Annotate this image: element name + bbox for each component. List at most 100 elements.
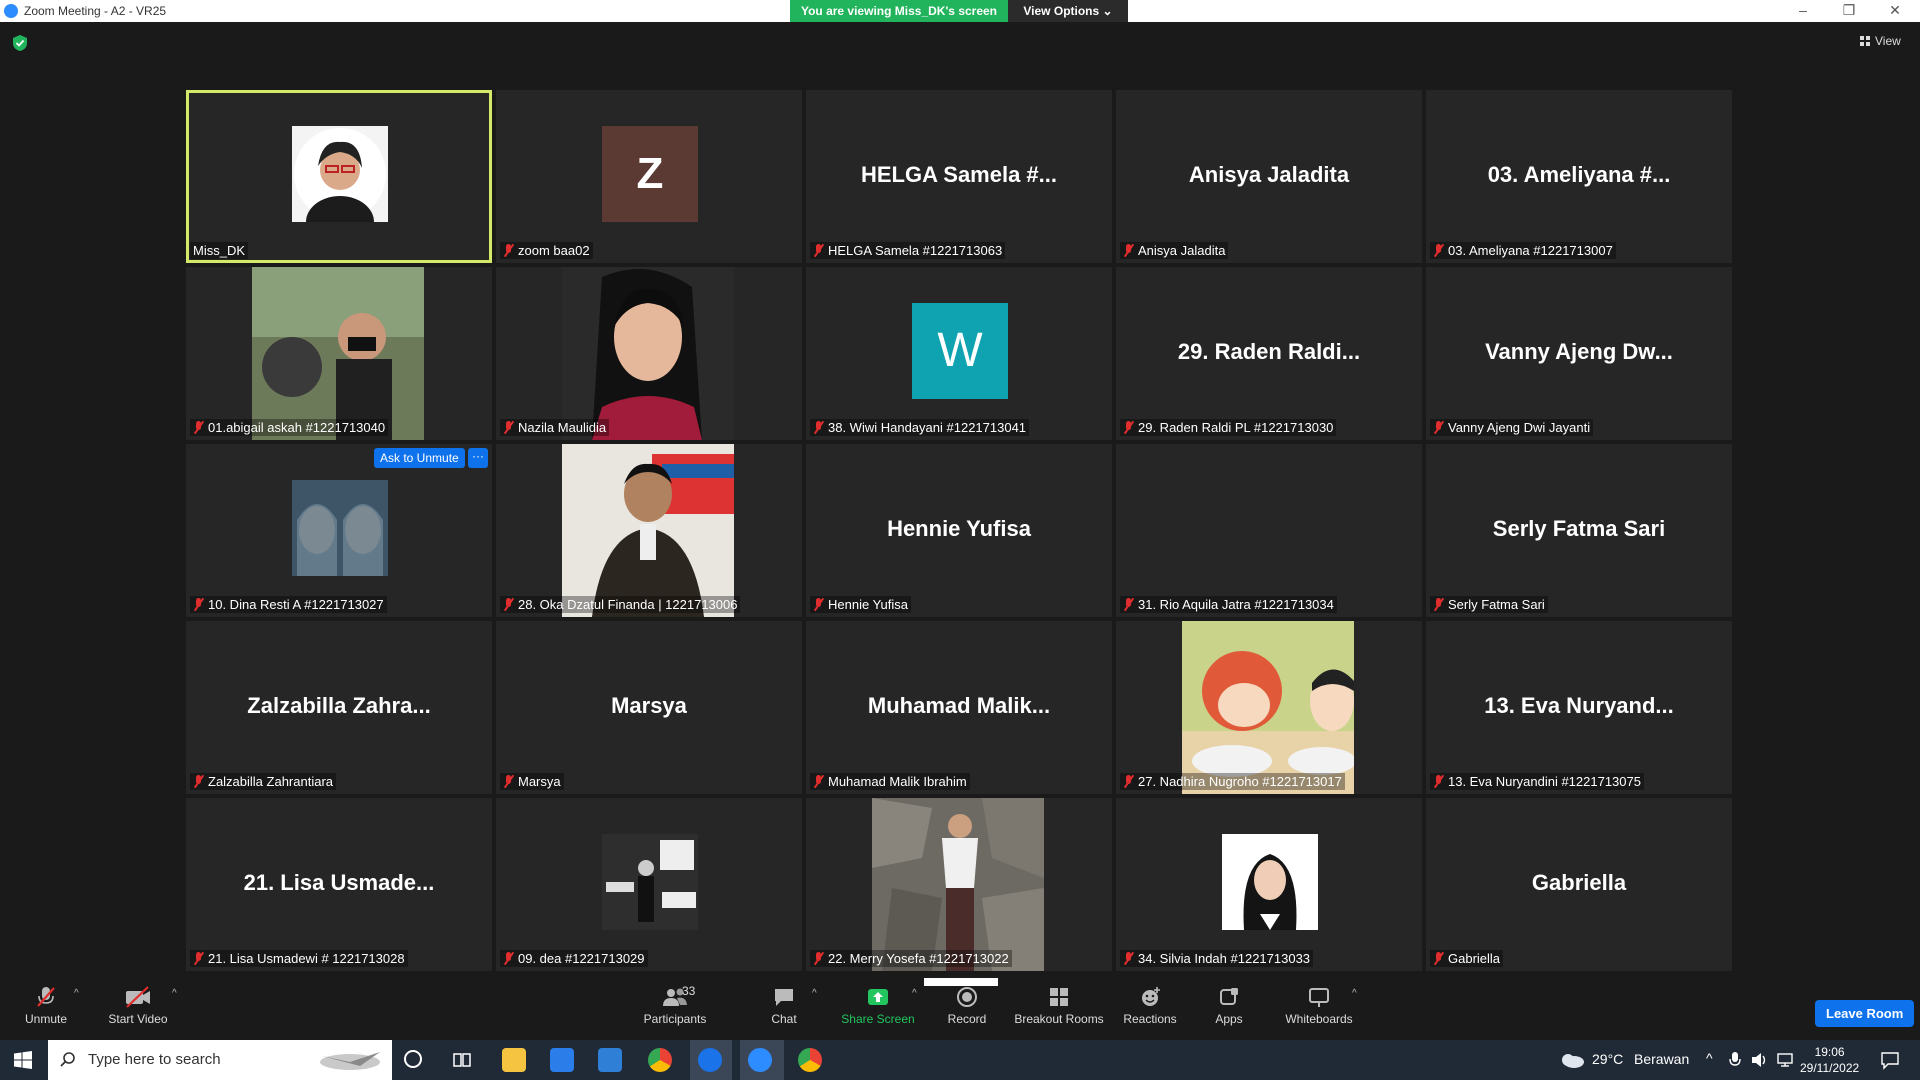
participant-tile[interactable]: Marsya Marsya [496,621,802,794]
teamviewer-icon[interactable] [698,1048,722,1072]
whiteboards-label: Whiteboards [1285,1012,1353,1026]
participant-tile[interactable]: 28. Oka Dzatul Finanda | 1221713006 [496,444,802,617]
participant-tile[interactable]: Muhamad Malik... Muhamad Malik Ibrahim [806,621,1112,794]
gallery-page-indicator[interactable] [924,978,998,986]
unmute-button[interactable]: Unmute [18,986,74,1026]
muted-mic-icon [193,952,204,965]
audio-options-caret-icon[interactable]: ^ [74,988,79,999]
minimize-icon[interactable]: – [1788,2,1818,18]
muted-mic-icon [193,775,204,788]
apps-label: Apps [1215,1012,1243,1026]
participant-tile[interactable]: Nazila Maulidia [496,267,802,440]
participant-tile[interactable]: Miss_DK [186,90,492,263]
participant-name: 31. Rio Aquila Jatra #1221713034 [1138,597,1334,612]
share-screen-icon [868,989,888,1005]
whiteboards-button[interactable]: Whiteboards [1284,986,1354,1026]
participant-tile[interactable]: 03. Ameliyana #... 03. Ameliyana #122171… [1426,90,1732,263]
cortana-icon[interactable] [404,1050,422,1068]
participant-tile[interactable]: 31. Rio Aquila Jatra #1221713034 [1116,444,1422,617]
participant-name: 03. Ameliyana #1221713007 [1448,243,1613,258]
microsoft-store-icon[interactable] [550,1048,574,1072]
participant-tile[interactable]: Hennie Yufisa Hennie Yufisa [806,444,1112,617]
restore-icon[interactable]: ❐ [1834,2,1864,19]
participant-tile[interactable]: Ask to Unmute ··· 10. Dina Resti A #1221… [186,444,492,617]
whiteboard-icon [1309,988,1329,1007]
chat-label: Chat [771,1012,797,1026]
share-screen-button[interactable]: Share Screen [838,986,918,1026]
taskbar-clock[interactable]: 19:06 29/11/2022 [1800,1044,1859,1076]
participant-tile[interactable]: 22. Merry Yosefa #1221713022 [806,798,1112,971]
weather-condition: Berawan [1634,1051,1690,1067]
breakout-rooms-button[interactable]: Breakout Rooms [1014,986,1104,1026]
view-options-button[interactable]: View Options ⌄ [1008,0,1128,22]
record-button[interactable]: Record [944,986,990,1026]
leave-room-button[interactable]: Leave Room [1815,1000,1915,1027]
chrome-profile-icon[interactable] [798,1048,822,1072]
chat-options-caret-icon[interactable]: ^ [812,988,817,999]
apps-button[interactable]: Apps [1212,986,1246,1026]
mail-icon[interactable] [598,1048,622,1072]
participant-tile[interactable]: Vanny Ajeng Dw... Vanny Ajeng Dwi Jayant… [1426,267,1732,440]
participant-display-name: HELGA Samela #... [860,162,1058,187]
participant-tile[interactable]: Gabriella Gabriella [1426,798,1732,971]
taskbar-search-box[interactable]: Type here to search [48,1040,392,1080]
close-icon[interactable]: ✕ [1880,2,1910,19]
reactions-button[interactable]: Reactions [1122,986,1178,1026]
video-options-caret-icon[interactable]: ^ [172,988,177,999]
muted-mic-icon [193,421,204,434]
muted-mic-icon [503,952,514,965]
participant-tile[interactable]: Anisya Jaladita Anisya Jaladita [1116,90,1422,263]
participant-name: HELGA Samela #1221713063 [828,243,1003,258]
participant-tile[interactable]: 01.abigail askah #1221713040 [186,267,492,440]
participant-tile[interactable]: Zalzabilla Zahra... Zalzabilla Zahrantia… [186,621,492,794]
participant-tile[interactable]: Z zoom baa02 [496,90,802,263]
participant-name: 29. Raden Raldi PL #1221713030 [1138,420,1334,435]
participant-display-name: 03. Ameliyana #... [1487,162,1671,187]
whiteboard-options-caret-icon[interactable]: ^ [1352,988,1357,999]
start-video-button[interactable]: Start Video [104,986,172,1026]
speaker-icon[interactable] [1750,1051,1768,1069]
view-button[interactable]: View [1860,34,1901,48]
participant-tile[interactable]: 21. Lisa Usmade... 21. Lisa Usmadewi # 1… [186,798,492,971]
file-explorer-icon[interactable] [502,1048,526,1072]
more-options-button[interactable]: ··· [468,448,488,468]
viewing-screen-banner: You are viewing Miss_DK's screen [790,0,1008,22]
apps-icon [1220,988,1238,1005]
muted-mic-icon [503,775,514,788]
microphone-icon[interactable] [1728,1051,1742,1069]
participant-tile[interactable]: Serly Fatma Sari Serly Fatma Sari [1426,444,1732,617]
participant-display-name: Zalzabilla Zahra... [247,693,431,718]
participants-count: 33 [682,984,696,998]
participant-tile[interactable]: 34. Silvia Indah #1221713033 [1116,798,1422,971]
muted-mic-icon [1433,775,1444,788]
video-off-icon [126,986,150,1008]
network-icon[interactable] [1776,1051,1794,1069]
participant-tile[interactable]: 29. Raden Raldi... 29. Raden Raldi PL #1… [1116,267,1422,440]
shield-icon[interactable] [12,34,28,52]
participant-tile[interactable]: 13. Eva Nuryand... 13. Eva Nuryandini #1… [1426,621,1732,794]
view-options-label: View Options [1023,4,1100,18]
task-view-icon[interactable] [452,1050,472,1070]
chrome-icon[interactable] [648,1048,672,1072]
windows-start-icon[interactable] [14,1051,32,1069]
participant-name: zoom baa02 [518,243,590,258]
video-feed [562,267,734,440]
participant-display-name: Vanny Ajeng Dw... [1485,339,1673,364]
chat-button[interactable]: Chat [764,986,804,1026]
participant-tile[interactable]: 09. dea #1221713029 [496,798,802,971]
cloudy-weather-icon[interactable] [1558,1050,1586,1070]
notifications-icon[interactable] [1880,1050,1900,1070]
participant-tile[interactable]: 27. Nadhira Nugroho #1221713017 [1116,621,1422,794]
participant-name: 09. dea #1221713029 [518,951,645,966]
muted-mic-icon [813,775,824,788]
participant-tile[interactable]: HELGA Samela #... HELGA Samela #12217130… [806,90,1112,263]
chevron-up-icon[interactable]: ^ [1706,1050,1713,1066]
ask-to-unmute-button[interactable]: Ask to Unmute [374,448,465,468]
muted-mic-icon [813,952,824,965]
zoom-icon[interactable] [748,1048,772,1072]
share-options-caret-icon[interactable]: ^ [912,988,917,999]
participant-tile[interactable]: W 38. Wiwi Handayani #1221713041 [806,267,1112,440]
participant-name: Hennie Yufisa [828,597,908,612]
reactions-label: Reactions [1123,1012,1177,1026]
participants-button[interactable]: 33 Participants [640,984,710,1026]
